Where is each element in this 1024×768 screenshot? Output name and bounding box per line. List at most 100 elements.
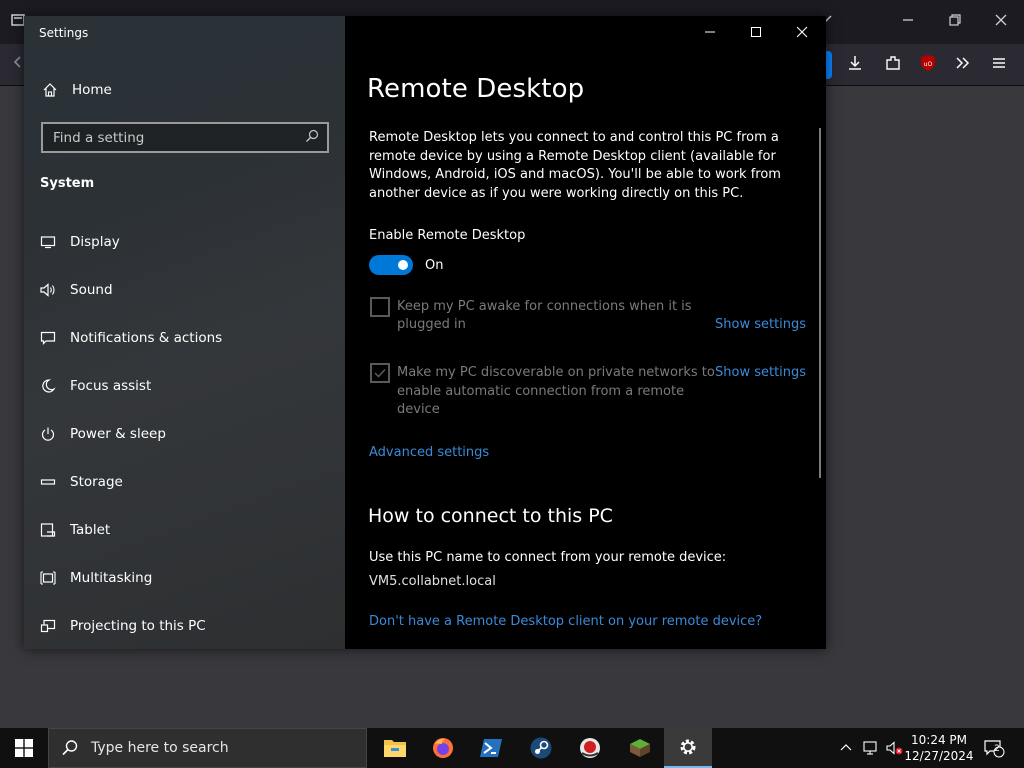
speaker-icon: [38, 280, 58, 300]
sidebar-item-label: Tablet: [70, 522, 111, 538]
minecraft-taskbar-button[interactable]: [616, 728, 664, 768]
enable-remote-desktop-label: Enable Remote Desktop: [369, 228, 526, 243]
grass-block-icon: [630, 739, 650, 757]
sidebar-item-focus-assist[interactable]: Focus assist: [38, 374, 151, 398]
search-icon: [62, 740, 78, 756]
sidebar-item-power-sleep[interactable]: Power & sleep: [38, 422, 166, 446]
folder-icon: [384, 740, 406, 757]
sidebar-item-notifications[interactable]: Notifications & actions: [38, 326, 222, 350]
sidebar-item-home[interactable]: Home: [40, 80, 112, 100]
maximize-button[interactable]: [733, 16, 779, 48]
gear-icon: [680, 739, 696, 755]
taskbar-search-placeholder: Type here to search: [91, 740, 229, 756]
file-explorer-taskbar-button[interactable]: [371, 728, 419, 768]
pc-name-value: VM5.collabnet.local: [369, 574, 496, 589]
notification-count-badge: 2: [994, 744, 1000, 754]
pc-name-label: Use this PC name to connect from your re…: [369, 550, 727, 565]
sidebar-item-multitasking[interactable]: Multitasking: [38, 566, 152, 590]
network-icon: [863, 741, 877, 755]
steam-icon: [530, 737, 552, 759]
moon-icon: [38, 376, 58, 396]
window-title: Settings: [39, 26, 89, 40]
settings-sidebar: Settings Home System Display Sound: [24, 16, 345, 649]
steam-taskbar-button[interactable]: [517, 728, 565, 768]
powershell-taskbar-button[interactable]: [467, 728, 515, 768]
sidebar-item-sound[interactable]: Sound: [38, 278, 113, 302]
browser-restore-icon[interactable]: [945, 12, 965, 32]
volume-tray-icon[interactable]: [884, 728, 906, 768]
settings-content: Remote Desktop Remote Desktop lets you c…: [345, 16, 826, 649]
sidebar-item-label: Multitasking: [70, 570, 153, 586]
content-scrollbar[interactable]: [819, 128, 821, 478]
overflow-chevrons-icon[interactable]: [952, 54, 974, 76]
get-client-link[interactable]: Don't have a Remote Desktop client on yo…: [369, 614, 762, 629]
search-input[interactable]: [53, 129, 283, 146]
advanced-settings-link[interactable]: Advanced settings: [369, 445, 489, 460]
discoverable-text-line3: device: [397, 402, 440, 417]
sidebar-item-label: Focus assist: [70, 378, 152, 394]
taskbar-clock[interactable]: 10:24 PM 12/27/2024: [904, 732, 974, 764]
svg-text:uO: uO: [924, 61, 933, 68]
sidebar-item-projecting[interactable]: Projecting to this PC: [38, 614, 206, 638]
toggle-state-label: On: [425, 258, 444, 273]
keep-awake-text-line2: plugged in: [397, 317, 466, 332]
browser-close-icon[interactable]: [991, 12, 1011, 32]
home-icon: [40, 80, 60, 100]
chevron-up-icon: [840, 744, 852, 751]
speaker-muted-icon: [886, 741, 903, 755]
start-button[interactable]: [0, 728, 48, 768]
windows-logo-icon: [15, 739, 33, 757]
extensions-icon[interactable]: [882, 54, 904, 76]
notification-icon: [38, 328, 58, 348]
discoverable-show-settings-link[interactable]: Show settings: [715, 365, 806, 380]
clock-date: 12/27/2024: [904, 749, 974, 763]
multitasking-icon: [38, 568, 58, 588]
toggle-knob: [398, 260, 408, 270]
sidebar-item-label: Notifications & actions: [70, 330, 223, 346]
ublock-shield-icon[interactable]: uO: [917, 54, 939, 76]
remote-desktop-description: Remote Desktop lets you connect to and c…: [369, 130, 781, 201]
section-label-system: System: [40, 176, 95, 191]
hamburger-menu-icon[interactable]: [988, 54, 1010, 76]
sidebar-item-tablet[interactable]: Tablet: [38, 518, 110, 542]
firefox-taskbar-button[interactable]: [419, 728, 467, 768]
powershell-icon: [480, 739, 502, 757]
tablet-icon: [38, 520, 58, 540]
keep-awake-text-line1: Keep my PC awake for connections when it…: [397, 299, 692, 314]
keep-awake-checkbox[interactable]: [370, 297, 390, 317]
taskbar-search-box[interactable]: Type here to search: [48, 728, 367, 768]
tray-overflow-chevron[interactable]: [836, 728, 856, 768]
settings-window: Settings Home System Display Sound: [24, 16, 826, 649]
virtualbox-taskbar-button[interactable]: [566, 728, 614, 768]
red-app-icon: [580, 738, 600, 758]
sidebar-item-label: Storage: [70, 474, 123, 490]
home-label: Home: [72, 82, 112, 98]
browser-minimize-icon[interactable]: [898, 12, 918, 32]
monitor-icon: [38, 232, 58, 252]
search-icon[interactable]: [305, 128, 319, 147]
minimize-button[interactable]: [687, 16, 733, 48]
enable-remote-desktop-toggle[interactable]: [369, 255, 413, 275]
sidebar-item-display[interactable]: Display: [38, 230, 120, 254]
sidebar-item-label: Display: [70, 234, 120, 250]
sidebar-item-storage[interactable]: Storage: [38, 470, 123, 494]
download-icon[interactable]: [844, 54, 866, 76]
discoverable-text-line2: enable automatic connection from a remot…: [397, 384, 685, 399]
taskbar: Type here to search 10:24 PM 12/27/2024 …: [0, 728, 1024, 768]
settings-taskbar-button[interactable]: [664, 728, 712, 768]
keep-awake-show-settings-link[interactable]: Show settings: [715, 317, 806, 332]
sidebar-item-label: Sound: [70, 282, 113, 298]
checkmark-icon: [374, 368, 386, 378]
page-title: Remote Desktop: [367, 74, 585, 104]
find-setting-search[interactable]: [41, 122, 329, 153]
sidebar-item-label: Projecting to this PC: [70, 618, 206, 634]
how-to-connect-heading: How to connect to this PC: [368, 505, 613, 527]
storage-icon: [38, 472, 58, 492]
power-icon: [38, 424, 58, 444]
projecting-icon: [38, 616, 58, 636]
network-tray-icon[interactable]: [860, 728, 882, 768]
discoverable-text-line1: Make my PC discoverable on private netwo…: [397, 365, 715, 380]
close-button[interactable]: [779, 16, 825, 48]
discoverable-checkbox[interactable]: [370, 363, 390, 383]
notification-center-button[interactable]: 2: [980, 728, 1008, 768]
